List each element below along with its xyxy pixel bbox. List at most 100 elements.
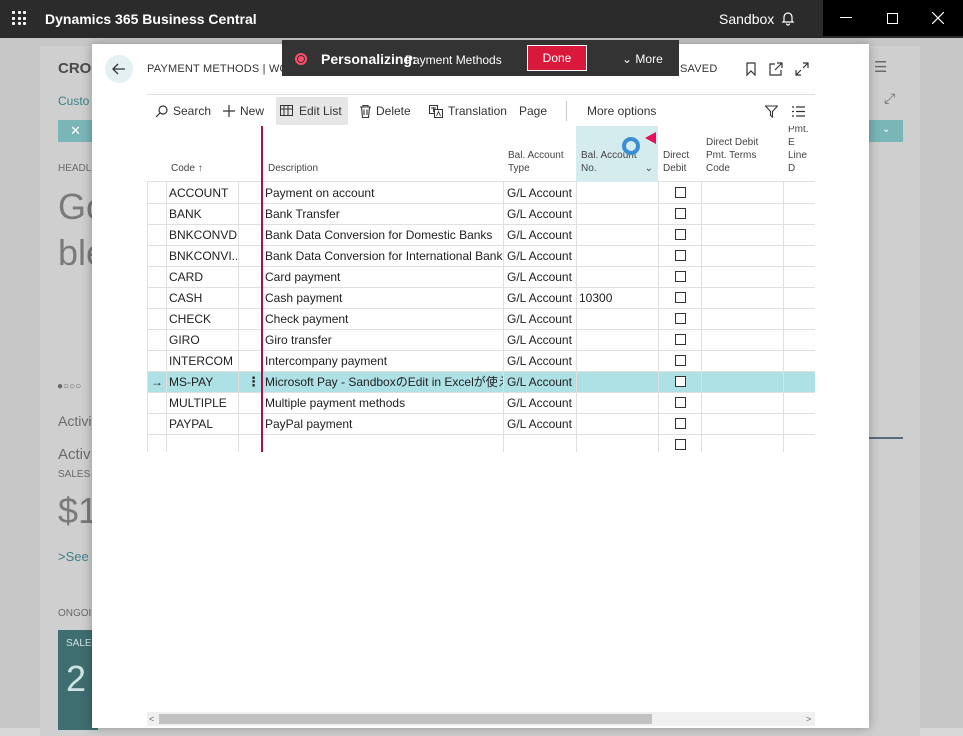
table-row[interactable]: BANK Bank Transfer G/L Account (147, 204, 815, 225)
more-options-button[interactable]: More options (583, 97, 660, 125)
direct-debit-checkbox[interactable] (675, 376, 686, 387)
bal-account-type-column-header[interactable]: Bal. Account Type (508, 149, 564, 175)
code-cell[interactable]: CARD (169, 267, 237, 287)
table-row[interactable]: INTERCOM Intercompany payment G/L Account (147, 351, 815, 372)
description-cell[interactable]: Bank Data Conversion for Domestic Banks (265, 225, 503, 245)
bal-account-no-cell[interactable] (579, 435, 657, 452)
bal-account-type-cell[interactable]: G/L Account (507, 414, 575, 434)
close-icon[interactable] (915, 0, 961, 36)
description-cell[interactable]: Bank Transfer (265, 204, 503, 224)
table-row[interactable]: → ⋮ MS-PAY Microsoft Pay - SandboxのEdit in … (147, 372, 815, 393)
chevron-down-icon[interactable]: ⌄ (645, 162, 653, 175)
minimize-icon[interactable] (823, 0, 869, 36)
code-cell[interactable]: BNKCONVD... (169, 225, 237, 245)
bal-account-type-cell[interactable]: G/L Account (507, 372, 575, 392)
table-row[interactable]: PAYPAL PayPal payment G/L Account (147, 414, 815, 435)
description-cell[interactable]: PayPal payment (265, 414, 503, 434)
direct-debit-checkbox[interactable] (675, 229, 686, 240)
bal-account-type-cell[interactable]: G/L Account (507, 351, 575, 371)
bell-icon[interactable] (781, 10, 795, 29)
bal-account-no-cell[interactable] (579, 330, 657, 350)
translation-button[interactable]: Translation (425, 97, 511, 125)
bal-account-no-cell[interactable] (579, 204, 657, 224)
code-column-header[interactable]: Code ↑ (171, 162, 203, 175)
bal-account-no-cell[interactable] (579, 225, 657, 245)
delete-button[interactable]: Delete (356, 97, 415, 125)
direct-debit-checkbox[interactable] (675, 250, 686, 261)
code-cell[interactable]: MULTIPLE (169, 393, 237, 413)
description-cell[interactable]: Intercompany payment (265, 351, 503, 371)
bal-account-type-cell[interactable]: G/L Account (507, 393, 575, 413)
table-row[interactable]: CARD Card payment G/L Account (147, 267, 815, 288)
back-button[interactable] (105, 55, 133, 83)
app-launcher-icon[interactable] (12, 11, 26, 25)
direct-debit-checkbox[interactable] (675, 292, 686, 303)
direct-debit-checkbox[interactable] (675, 439, 686, 450)
search-button[interactable]: Search (151, 97, 215, 125)
code-cell[interactable]: GIRO (169, 330, 237, 350)
table-row[interactable]: BNKCONVD... Bank Data Conversion for Dome… (147, 225, 815, 246)
scrollbar-thumb[interactable] (159, 714, 652, 724)
bal-account-type-cell[interactable]: G/L Account (507, 183, 575, 203)
expand-icon[interactable] (794, 61, 810, 77)
description-cell[interactable]: Microsoft Pay - SandboxのEdit in Excelが使え… (265, 372, 503, 392)
open-new-window-icon[interactable] (768, 61, 784, 77)
filter-icon[interactable] (761, 97, 782, 125)
code-cell[interactable]: BANK (169, 204, 237, 224)
scroll-left-icon[interactable]: < (149, 712, 154, 726)
bal-account-type-cell[interactable] (507, 435, 575, 452)
dd-terms-column-header[interactable]: Direct Debit Pmt. Terms Code (706, 136, 758, 175)
description-column-header[interactable]: Description (268, 162, 318, 175)
description-cell[interactable]: Check payment (265, 309, 503, 329)
code-cell[interactable]: MS-PAY (169, 372, 237, 392)
bal-account-type-cell[interactable]: G/L Account (507, 267, 575, 287)
description-cell[interactable]: Multiple payment methods (265, 393, 503, 413)
pmt-export-column-header[interactable]: Pmt. E Line D (788, 126, 815, 175)
more-button[interactable]: ⌄ More (622, 52, 663, 66)
direct-debit-checkbox[interactable] (675, 397, 686, 408)
bal-account-type-cell[interactable]: G/L Account (507, 330, 575, 350)
bal-account-no-cell[interactable] (579, 309, 657, 329)
direct-debit-checkbox[interactable] (675, 334, 686, 345)
direct-debit-checkbox[interactable] (675, 271, 686, 282)
bal-account-type-cell[interactable]: G/L Account (507, 246, 575, 266)
direct-debit-checkbox[interactable] (675, 313, 686, 324)
bal-account-no-cell[interactable] (579, 267, 657, 287)
bal-account-no-cell[interactable] (579, 246, 657, 266)
table-row[interactable]: CHECK Check payment G/L Account (147, 309, 815, 330)
bal-account-type-cell[interactable]: G/L Account (507, 309, 575, 329)
description-cell[interactable]: Giro transfer (265, 330, 503, 350)
list-view-icon[interactable] (788, 97, 809, 125)
bal-account-no-cell[interactable] (579, 183, 657, 203)
bal-account-no-cell[interactable] (579, 414, 657, 434)
description-cell[interactable] (265, 435, 503, 452)
table-row[interactable]: ACCOUNT Payment on account G/L Account (147, 183, 815, 204)
direct-debit-checkbox[interactable] (675, 208, 686, 219)
table-row[interactable]: MULTIPLE Multiple payment methods G/L Acco… (147, 393, 815, 414)
direct-debit-checkbox[interactable] (675, 187, 686, 198)
description-cell[interactable]: Cash payment (265, 288, 503, 308)
description-cell[interactable]: Card payment (265, 267, 503, 287)
bal-account-type-cell[interactable]: G/L Account (507, 288, 575, 308)
code-cell[interactable]: CHECK (169, 309, 237, 329)
table-row[interactable]: CASH Cash payment G/L Account 10300 (147, 288, 815, 309)
direct-debit-checkbox[interactable] (675, 418, 686, 429)
direct-debit-checkbox[interactable] (675, 355, 686, 366)
bookmark-icon[interactable] (743, 61, 759, 77)
row-actions-icon[interactable]: ⋮ (247, 372, 260, 392)
code-cell[interactable]: BNKCONVI... (169, 246, 237, 266)
direct-debit-column-header[interactable]: Direct Debit (663, 149, 689, 175)
code-cell[interactable] (169, 435, 237, 452)
done-button[interactable]: Done (527, 45, 587, 71)
code-cell[interactable]: PAYPAL (169, 414, 237, 434)
description-cell[interactable]: Payment on account (265, 183, 503, 203)
maximize-icon[interactable] (869, 0, 915, 36)
bal-account-no-cell[interactable]: 10300 (579, 288, 657, 308)
table-row[interactable]: BNKCONVI... Bank Data Conversion for Inte… (147, 246, 815, 267)
page-menu[interactable]: Page (515, 97, 551, 125)
bal-account-no-cell[interactable] (579, 372, 657, 392)
bal-account-no-cell[interactable] (579, 351, 657, 371)
table-row[interactable] (147, 435, 815, 452)
bal-account-type-cell[interactable]: G/L Account (507, 225, 575, 245)
scroll-right-icon[interactable]: > (806, 712, 811, 726)
